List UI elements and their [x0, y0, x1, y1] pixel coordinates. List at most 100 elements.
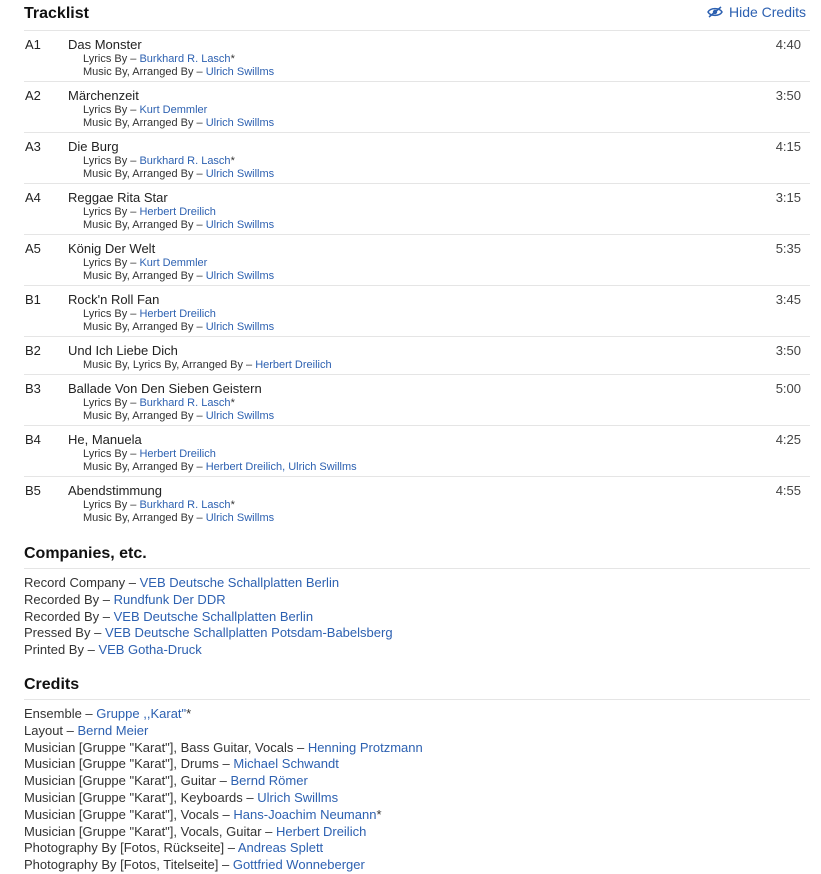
track-credit: Music By, Arranged By – Ulrich Swillms [83, 168, 810, 181]
credit-role: Musician [Gruppe "Karat"], Vocals – [24, 806, 234, 822]
company-link[interactable]: VEB Gotha-Druck [98, 642, 201, 657]
track-title: König Der Welt [68, 241, 156, 256]
credit-role: Pressed By – [24, 625, 105, 641]
track-credit: Lyrics By – Herbert Dreilich [83, 448, 810, 461]
artist-link[interactable]: Ulrich Swillms [257, 790, 338, 805]
credits-row: Musician [Gruppe "Karat"], Vocals, Guita… [24, 824, 821, 841]
track-position: B3 [25, 381, 41, 396]
track-credit: Music By, Arranged By – Ulrich Swillms [83, 219, 810, 232]
credit-suffix: * [230, 155, 235, 167]
artist-link[interactable]: Ulrich Swillms [206, 168, 274, 180]
track-title: Reggae Rita Star [68, 190, 168, 205]
artist-link[interactable]: Herbert Dreilich [139, 308, 215, 320]
company-link[interactable]: Rundfunk Der DDR [114, 592, 226, 607]
credits-row: Musician [Gruppe "Karat"], Vocals – Hans… [24, 807, 821, 824]
track-row: B3 Ballade Von Den Sieben Geistern 5:00 Lyr… [24, 375, 810, 426]
credit-role: Music By, Lyrics By, Arranged By – [83, 359, 256, 371]
credit-suffix: * [230, 499, 235, 511]
artist-link[interactable]: Gruppe ,,Karat" [96, 706, 186, 721]
artist-link[interactable]: Bernd Meier [78, 723, 149, 738]
track-duration: 4:55 [775, 483, 801, 498]
track-credit: Music By, Arranged By – Ulrich Swillms [83, 410, 810, 423]
track-row: B4 He, Manuela 4:25 Lyrics By – Herbert Dre… [24, 426, 810, 477]
track-title: Und Ich Liebe Dich [68, 343, 178, 358]
credits-heading: Credits [24, 675, 80, 693]
track-position: B5 [25, 483, 41, 498]
credit-role: Musician [Gruppe "Karat"], Keyboards – [24, 789, 258, 805]
credit-role: Lyrics By – [83, 104, 140, 116]
artist-link[interactable]: Herbert Dreilich, Ulrich Swillms [206, 461, 357, 473]
track-title: Abendstimmung [68, 483, 162, 498]
credit-role: Musician [Gruppe "Karat"], Guitar – [24, 773, 231, 789]
credit-role: Music By, Arranged By – [83, 410, 206, 422]
artist-link[interactable]: Kurt Demmler [139, 104, 207, 116]
companies-row: Recorded By – Rundfunk Der DDR [24, 592, 821, 609]
artist-link[interactable]: Andreas Splett [238, 840, 323, 855]
artist-link[interactable]: Ulrich Swillms [206, 219, 274, 231]
track-row: B2 Und Ich Liebe Dich 3:50 Music By, Lyrics… [24, 337, 810, 375]
credits-row: Musician [Gruppe "Karat"], Bass Guitar, … [24, 740, 821, 757]
artist-link[interactable]: Herbert Dreilich [139, 448, 215, 460]
track-position: A3 [25, 139, 41, 154]
artist-link[interactable]: Bernd Römer [230, 773, 307, 788]
track-title: Märchenzeit [68, 88, 139, 103]
artist-link[interactable]: Ulrich Swillms [206, 117, 274, 129]
artist-link[interactable]: Henning Protzmann [308, 740, 423, 755]
credits-list: Ensemble – Gruppe ,,Karat"* Layout – Bern… [24, 706, 821, 874]
companies-row: Record Company – VEB Deutsche Schallplat… [24, 575, 821, 592]
track-row: B5 Abendstimmung 4:55 Lyrics By – Burkhard … [24, 477, 810, 527]
track-position: A2 [25, 88, 41, 103]
artist-link[interactable]: Ulrich Swillms [206, 270, 274, 282]
artist-link[interactable]: Ulrich Swillms [206, 410, 274, 422]
company-link[interactable]: VEB Deutsche Schallplatten Berlin [114, 609, 313, 624]
artist-link[interactable]: Herbert Dreilich [276, 824, 366, 839]
artist-link[interactable]: Burkhard R. Lasch [139, 155, 230, 167]
artist-link[interactable]: Hans-Joachim Neumann [233, 807, 376, 822]
company-link[interactable]: VEB Deutsche Schallplatten Potsdam-Babel… [105, 625, 393, 640]
artist-link[interactable]: Ulrich Swillms [206, 321, 274, 333]
track-title: Das Monster [68, 37, 142, 52]
artist-link[interactable]: Burkhard R. Lasch [139, 499, 230, 511]
track-credit: Lyrics By – Burkhard R. Lasch* [83, 499, 810, 512]
track-duration: 3:50 [775, 343, 801, 358]
credit-suffix: * [376, 806, 382, 822]
artist-link[interactable]: Burkhard R. Lasch [139, 397, 230, 409]
track-duration: 5:00 [775, 381, 801, 396]
artist-link[interactable]: Ulrich Swillms [206, 512, 274, 524]
credit-role: Music By, Arranged By – [83, 117, 206, 129]
credit-role: Music By, Arranged By – [83, 512, 206, 524]
track-credit: Music By, Lyrics By, Arranged By – Herbe… [83, 359, 810, 372]
track-row: A3 Die Burg 4:15 Lyrics By – Burkhard R. La… [24, 133, 810, 184]
credits-row: Musician [Gruppe "Karat"], Keyboards – U… [24, 790, 821, 807]
track-title: Ballade Von Den Sieben Geistern [68, 381, 262, 396]
artist-link[interactable]: Herbert Dreilich [255, 359, 331, 371]
credit-suffix: * [230, 53, 235, 65]
credit-suffix: * [230, 397, 235, 409]
artist-link[interactable]: Ulrich Swillms [206, 66, 274, 78]
track-credit: Music By, Arranged By – Ulrich Swillms [83, 321, 810, 334]
credit-role: Layout – [24, 722, 78, 738]
track-credit: Lyrics By – Kurt Demmler [83, 257, 810, 270]
companies-heading: Companies, etc. [24, 545, 147, 562]
credit-role: Music By, Arranged By – [83, 219, 206, 231]
artist-link[interactable]: Herbert Dreilich [139, 206, 215, 218]
artist-link[interactable]: Burkhard R. Lasch [139, 53, 230, 65]
company-link[interactable]: VEB Deutsche Schallplatten Berlin [140, 575, 339, 590]
track-position: A4 [25, 190, 41, 205]
credits-row: Photography By [Fotos, Rückseite] – Andr… [24, 840, 821, 857]
credit-role: Music By, Arranged By – [83, 461, 206, 473]
credit-role: Printed By – [24, 642, 99, 658]
track-duration: 4:25 [775, 432, 801, 447]
artist-link[interactable]: Gottfried Wonneberger [233, 857, 365, 872]
credits-row: Musician [Gruppe "Karat"], Guitar – Bern… [24, 773, 821, 790]
hide-credits-button[interactable]: Hide Credits [707, 4, 806, 20]
track-duration: 3:50 [775, 88, 801, 103]
track-credit: Music By, Arranged By – Ulrich Swillms [83, 66, 810, 79]
artist-link[interactable]: Kurt Demmler [139, 257, 207, 269]
artist-link[interactable]: Michael Schwandt [233, 756, 339, 771]
release-credits-page: Tracklist Hide Credits A1 Das Monster 4:40… [0, 0, 821, 874]
track-duration: 4:15 [775, 139, 801, 154]
track-credit: Lyrics By – Herbert Dreilich [83, 206, 810, 219]
credits-row: Ensemble – Gruppe ,,Karat"* [24, 706, 821, 723]
credit-role: Record Company – [24, 575, 140, 590]
